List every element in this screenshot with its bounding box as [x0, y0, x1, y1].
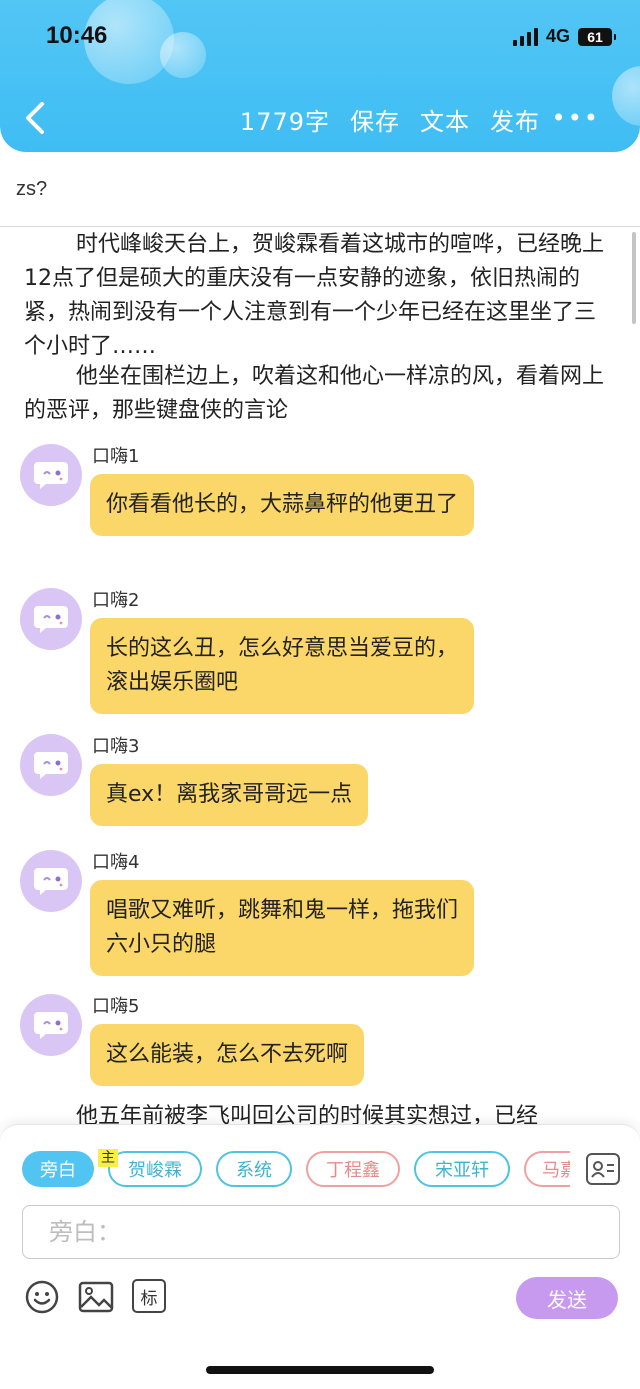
- tag-button[interactable]: 标: [132, 1279, 166, 1313]
- avatar: [20, 588, 82, 650]
- editor-toolbar: 1779字 保存 文本 发布: [240, 102, 540, 137]
- signal-icon: [512, 27, 538, 46]
- battery-icon: 61: [578, 27, 616, 46]
- message-bubble: 你看看他长的，大蒜鼻秤的他更丑了: [90, 474, 474, 536]
- save-button[interactable]: 保存: [350, 102, 400, 137]
- network-type: 4G: [545, 26, 570, 46]
- speaker-name: 口嗨5: [92, 996, 140, 1017]
- narration-paragraph: 他坐在围栏边上，吹着这和他心一样凉的风，看着网上的恶评，那些键盘侠的言论: [24, 364, 605, 423]
- message-bubble: 真ex！离我家哥哥远一点: [90, 764, 369, 826]
- role-card-icon[interactable]: [586, 1153, 620, 1185]
- story-title: zs?: [16, 178, 48, 200]
- dialogue-input[interactable]: [22, 1205, 620, 1259]
- story-title-row[interactable]: zs?: [0, 152, 640, 227]
- avatar: [20, 994, 82, 1056]
- send-button[interactable]: 发送: [516, 1277, 618, 1319]
- role-chip-ding-chengxin[interactable]: 丁程鑫: [306, 1151, 400, 1187]
- scrollbar[interactable]: [632, 232, 636, 324]
- status-time: 10:46: [46, 22, 108, 49]
- message-bubble: 这么能装，怎么不去死啊: [90, 1024, 365, 1086]
- speaker-name: 口嗨3: [92, 736, 140, 757]
- tag-button-label: 标: [140, 1288, 158, 1309]
- speaker-name: 口嗨4: [92, 852, 140, 873]
- dialogue-text-field[interactable]: [23, 1206, 619, 1258]
- role-chip-narration[interactable]: 旁白: [22, 1151, 94, 1187]
- chat-bubble-face-icon: [34, 1012, 68, 1039]
- image-icon[interactable]: [78, 1279, 114, 1315]
- speaker-name: 口嗨1: [92, 446, 140, 467]
- top-header: 10:46 4G 61 1779字 保存 文本 发布 •••: [0, 0, 640, 152]
- word-count: 1779字: [239, 108, 330, 136]
- text-button[interactable]: 文本: [420, 102, 470, 137]
- role-chip-ma-jia[interactable]: 马嘉: [524, 1151, 570, 1187]
- composer-panel: 旁白 主 贺峻霖 系统 丁程鑫 宋亚轩 马嘉 标 发送: [0, 1124, 640, 1389]
- publish-button[interactable]: 发布: [490, 102, 540, 137]
- chat-bubble-face-icon: [34, 462, 68, 489]
- chat-bubble-face-icon: [34, 606, 68, 633]
- role-chip-he-junlin[interactable]: 贺峻霖: [108, 1151, 202, 1187]
- avatar: [20, 444, 82, 506]
- chat-bubble-face-icon: [34, 868, 68, 895]
- battery-level: 61: [587, 28, 603, 45]
- status-indicators: 4G 61: [512, 26, 616, 47]
- message-bubble: 长的这么丑，怎么好意思当爱豆的，滚出娱乐圈吧: [90, 618, 474, 714]
- decor-bubble: [160, 32, 206, 78]
- main-role-badge: 主: [98, 1149, 118, 1167]
- speaker-name: 口嗨2: [92, 590, 140, 611]
- home-indicator[interactable]: [206, 1366, 434, 1374]
- back-arrow-icon[interactable]: [18, 100, 52, 136]
- avatar: [20, 734, 82, 796]
- emoji-icon[interactable]: [24, 1279, 60, 1315]
- role-chip-system[interactable]: 系统: [216, 1151, 292, 1187]
- chat-bubble-face-icon: [34, 752, 68, 779]
- narration-paragraph: 时代峰峻天台上，贺峻霖看着这城市的喧哗，已经晚上12点了但是硕大的重庆没有一点安…: [24, 232, 605, 359]
- role-chip-song-yaxuan[interactable]: 宋亚轩: [414, 1151, 510, 1187]
- more-menu-icon[interactable]: •••: [552, 104, 600, 132]
- avatar: [20, 850, 82, 912]
- decor-bubble: [612, 66, 640, 126]
- message-bubble: 唱歌又难听，跳舞和鬼一样，拖我们六小只的腿: [90, 880, 474, 976]
